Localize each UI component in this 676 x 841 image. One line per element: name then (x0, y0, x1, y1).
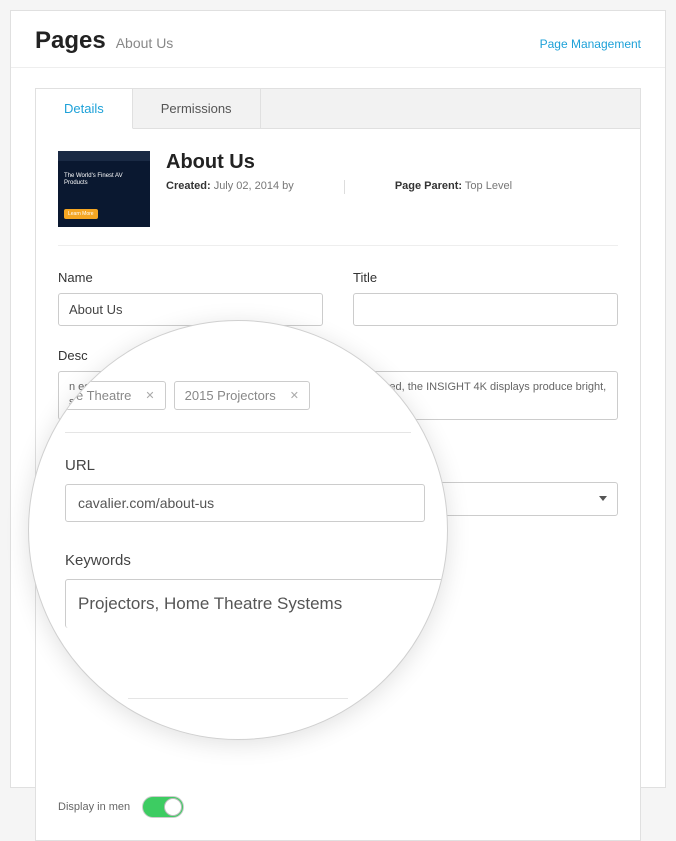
name-label: Name (58, 270, 323, 285)
page-thumbnail: The World's Finest AV Products Learn Mor… (58, 151, 150, 227)
page-subtitle: About Us (116, 35, 174, 51)
parent-meta: Page Parent: Top Level (395, 180, 512, 194)
title-input[interactable] (353, 293, 618, 326)
tab-permissions[interactable]: Permissions (133, 89, 261, 128)
display-menu-label: Display in men (58, 801, 130, 813)
url-input[interactable] (65, 484, 425, 522)
thumb-tagline: The World's Finest AV Products (64, 173, 144, 187)
info-title: About Us (166, 151, 618, 174)
title-label: Title (353, 270, 618, 285)
close-icon[interactable]: ✕ (145, 389, 154, 402)
keywords-label: Keywords (65, 552, 411, 569)
display-menu-toggle[interactable] (142, 796, 184, 818)
zoom-lens: e Theatre ✕ 2015 Projectors ✕ URL Keywor… (28, 320, 448, 740)
created-meta: Created: July 02, 2014 by (166, 180, 294, 194)
chevron-down-icon (599, 496, 607, 501)
name-input[interactable] (58, 293, 323, 326)
page-management-link[interactable]: Page Management (540, 37, 641, 51)
tab-details[interactable]: Details (36, 89, 133, 129)
page-title: Pages (35, 27, 106, 55)
tabs: Details Permissions (35, 88, 641, 128)
keyword-tag-2[interactable]: 2015 Projectors ✕ (174, 381, 310, 410)
url-label: URL (65, 457, 411, 474)
close-icon[interactable]: ✕ (290, 389, 299, 402)
thumb-cta: Learn More (64, 209, 98, 219)
keywords-input[interactable]: Projectors, Home Theatre Systems (65, 579, 445, 628)
